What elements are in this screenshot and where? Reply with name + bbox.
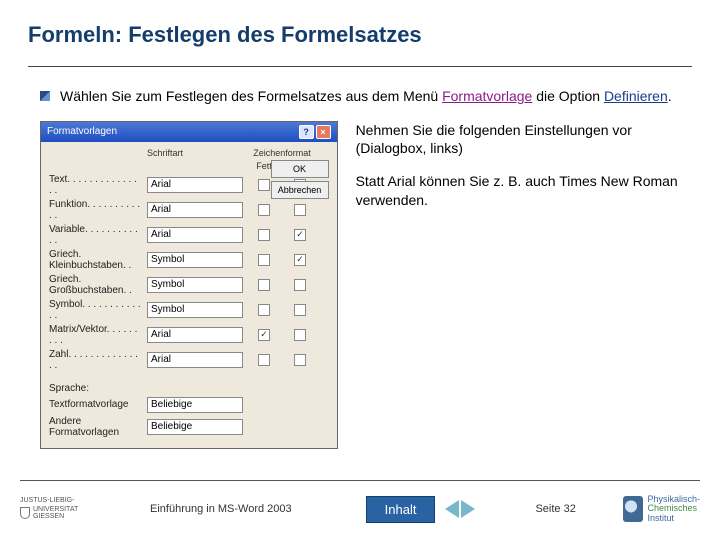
otherfmt-select[interactable]: Beliebige	[147, 419, 243, 435]
italic-checkbox[interactable]	[294, 329, 306, 341]
bold-checkbox[interactable]	[258, 304, 270, 316]
close-button[interactable]: ×	[316, 125, 331, 139]
cancel-button[interactable]: Abbrechen	[271, 181, 329, 199]
bold-checkbox[interactable]	[258, 279, 270, 291]
footer: JUSTUS-LIEBIG- UNIVERSITATGIESSEN Einfüh…	[0, 480, 720, 540]
italic-checkbox[interactable]: ✓	[294, 254, 306, 266]
bold-checkbox[interactable]	[258, 229, 270, 241]
bold-checkbox[interactable]: ✓	[258, 329, 270, 341]
lang-label: Sprache:	[49, 383, 315, 394]
row-label: Matrix/Vektor. . . . . . . . .	[49, 324, 141, 346]
institute-logo: Physikalisch- Chemisches Institut	[623, 495, 700, 523]
page-title: Formeln: Festlegen des Formelsatzes	[28, 22, 692, 48]
italic-checkbox[interactable]	[294, 279, 306, 291]
lecture-title: Einführung in MS-Word 2003	[150, 503, 292, 515]
bullet-text: Wählen Sie zum Festlegen des Formelsatze…	[60, 87, 672, 107]
italic-checkbox[interactable]	[294, 304, 306, 316]
row-label: Text. . . . . . . . . . . . . . .	[49, 174, 141, 196]
dialog-formatvorlagen: Formatvorlagen ? × OK Abbrechen Schrifta…	[40, 121, 338, 449]
inhalt-button[interactable]: Inhalt	[366, 496, 436, 523]
col-schriftart: Schriftart	[147, 148, 243, 158]
col-zeichenformat: Zeichenformat	[249, 148, 315, 158]
footer-rule	[20, 480, 700, 481]
side-text: Nehmen Sie die folgenden Einstellungen v…	[356, 121, 692, 449]
italic-checkbox[interactable]	[294, 204, 306, 216]
bold-checkbox[interactable]	[258, 179, 270, 191]
next-arrow-icon[interactable]	[461, 500, 475, 518]
row-label: Griech. Kleinbuchstaben. .	[49, 249, 141, 271]
link-definieren[interactable]: Definieren	[604, 88, 668, 104]
bullet-icon	[40, 91, 50, 101]
font-select[interactable]: Arial	[147, 327, 243, 343]
help-button[interactable]: ?	[299, 125, 314, 139]
dialog-title-text: Formatvorlagen	[47, 126, 117, 137]
bold-checkbox[interactable]	[258, 204, 270, 216]
italic-checkbox[interactable]	[294, 354, 306, 366]
font-select[interactable]: Symbol	[147, 277, 243, 293]
page-number: Seite 32	[535, 503, 575, 515]
side-p1: Nehmen Sie die folgenden Einstellungen v…	[356, 121, 692, 159]
font-select[interactable]: Arial	[147, 177, 243, 193]
otherfmt-label: Andere Formatvorlagen	[49, 416, 141, 438]
row-label: Zahl. . . . . . . . . . . . . . .	[49, 349, 141, 371]
institute-icon	[623, 496, 643, 522]
row-label: Variable. . . . . . . . . . . .	[49, 224, 141, 246]
row-label: Funktion. . . . . . . . . . . .	[49, 199, 141, 221]
prev-arrow-icon[interactable]	[445, 500, 459, 518]
title-rule	[28, 66, 692, 67]
textfmt-select[interactable]: Beliebige	[147, 397, 243, 413]
italic-checkbox[interactable]: ✓	[294, 229, 306, 241]
font-select[interactable]: Arial	[147, 202, 243, 218]
row-label: Griech. Großbuchstaben. .	[49, 274, 141, 296]
font-select[interactable]: Arial	[147, 227, 243, 243]
font-select[interactable]: Symbol	[147, 302, 243, 318]
font-select[interactable]: Symbol	[147, 252, 243, 268]
dialog-titlebar: Formatvorlagen ? ×	[41, 122, 337, 142]
row-label: Symbol. . . . . . . . . . . . .	[49, 299, 141, 321]
bold-checkbox[interactable]	[258, 254, 270, 266]
uni-logo: JUSTUS-LIEBIG- UNIVERSITATGIESSEN	[20, 497, 140, 521]
link-formatvorlage[interactable]: Formatvorlage	[442, 88, 532, 104]
font-select[interactable]: Arial	[147, 352, 243, 368]
ok-button[interactable]: OK	[271, 160, 329, 178]
textfmt-label: Textformatvorlage	[49, 399, 141, 410]
bold-checkbox[interactable]	[258, 354, 270, 366]
shield-icon	[20, 507, 30, 519]
bullet-item: Wählen Sie zum Festlegen des Formelsatze…	[28, 87, 692, 107]
side-p2: Statt Arial können Sie z. B. auch Times …	[356, 172, 692, 210]
